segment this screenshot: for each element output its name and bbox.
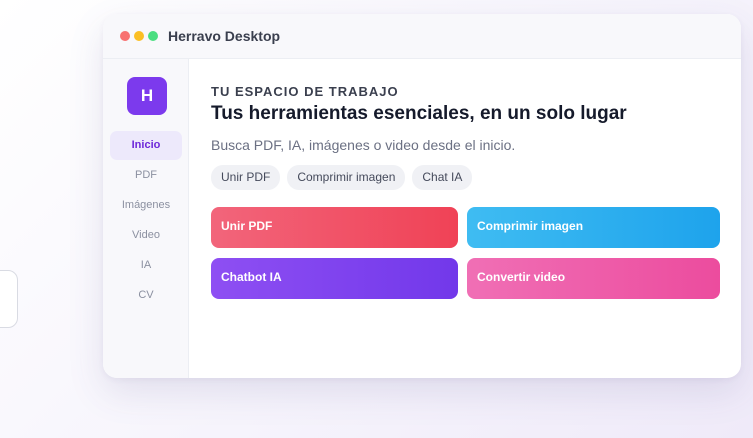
app-logo: H	[127, 77, 167, 115]
sidebar-item-inicio[interactable]: Inicio	[110, 131, 182, 160]
quick-chips: Unir PDF Comprimir imagen Chat IA	[211, 165, 721, 190]
background-card	[0, 270, 18, 328]
sidebar-item-pdf[interactable]: PDF	[110, 161, 182, 190]
tool-grid: Unir PDF Comprimir imagen Chatbot IA Con…	[211, 207, 721, 299]
chip-chat-ia[interactable]: Chat IA	[412, 165, 473, 190]
tool-convertir-video-button[interactable]: Convertir video	[467, 258, 720, 299]
tool-chatbot-ia-button[interactable]: Chatbot IA	[211, 258, 458, 299]
window-title: Herravo Desktop	[168, 28, 281, 44]
close-window-button[interactable]	[120, 31, 130, 41]
title-bar: Herravo Desktop	[103, 14, 741, 59]
tool-comprimir-imagen-button[interactable]: Comprimir imagen	[467, 207, 720, 248]
minimize-window-button[interactable]	[134, 31, 144, 41]
sidebar-nav: Inicio PDF Imágenes Video IA CV	[110, 131, 182, 311]
page-title: Tus herramientas esenciales, en un solo …	[211, 103, 627, 124]
chip-unir-pdf[interactable]: Unir PDF	[211, 165, 281, 190]
tool-unir-pdf-button[interactable]: Unir PDF	[211, 207, 458, 248]
main-content: TU ESPACIO DE TRABAJO Tus herramientas e…	[211, 59, 721, 299]
sidebar-item-imagenes[interactable]: Imágenes	[110, 191, 182, 220]
sidebar-item-ia[interactable]: IA	[110, 251, 182, 280]
section-eyebrow: TU ESPACIO DE TRABAJO	[211, 84, 399, 99]
sidebar-item-video[interactable]: Video	[110, 221, 182, 250]
sidebar-item-cv[interactable]: CV	[110, 281, 182, 310]
sidebar: H Inicio PDF Imágenes Video IA CV	[103, 59, 189, 378]
chip-comprimir-imagen[interactable]: Comprimir imagen	[287, 165, 406, 190]
page-subtitle: Busca PDF, IA, imágenes o video desde el…	[211, 137, 516, 153]
app-window: Herravo Desktop H Inicio PDF Imágenes Vi…	[103, 14, 741, 378]
maximize-window-button[interactable]	[148, 31, 158, 41]
